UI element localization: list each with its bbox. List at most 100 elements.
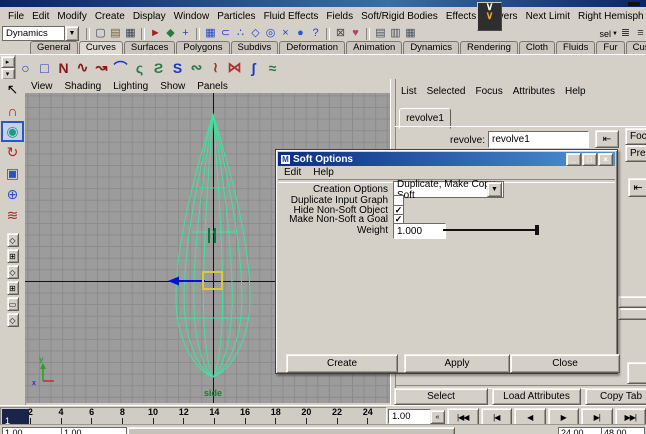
select-object-icon[interactable]: ◆	[164, 27, 177, 40]
select-button[interactable]: Select	[394, 388, 488, 405]
make-live-icon[interactable]: ◎	[264, 27, 277, 40]
shelf-tab[interactable]: Rendering	[460, 41, 518, 54]
menu-item[interactable]: Fluid Effects	[260, 11, 323, 22]
dialog-menu-item[interactable]: Edit	[278, 167, 307, 178]
arc-tool-icon[interactable]: ⌒	[111, 57, 130, 78]
range-toggle-icon[interactable]: «	[430, 410, 445, 424]
maximize-icon[interactable]: □	[582, 152, 597, 166]
current-time-field[interactable]: 1.00	[388, 409, 431, 424]
apply-button[interactable]: Apply	[404, 354, 510, 373]
menu-item[interactable]: Fields	[322, 11, 357, 22]
quick-layout-button[interactable]: ⊞	[6, 249, 19, 263]
pencil-curve-tool-icon[interactable]: ↝	[92, 57, 111, 78]
snap-grid-icon[interactable]: ▦	[204, 27, 217, 40]
open-close-curve-icon[interactable]: ∾	[187, 57, 206, 78]
create-button[interactable]: Create	[286, 354, 398, 373]
cut-curve-icon[interactable]: ≀	[206, 57, 225, 78]
line-icon[interactable]: ≡	[634, 27, 646, 40]
nurbs-circle-icon[interactable]: ○	[16, 57, 35, 78]
jump-to-input-icon[interactable]: ⇤	[595, 130, 619, 148]
viewport-menu-item[interactable]: Shading	[59, 81, 108, 92]
dialog-menu-item[interactable]: Help	[307, 167, 340, 178]
shelf-tab[interactable]: Polygons	[176, 41, 230, 54]
quick-layout-button[interactable]: ◇	[6, 265, 19, 279]
shelf-popup-icon[interactable]: ▸	[0, 55, 15, 68]
new-scene-icon[interactable]: ▢	[94, 27, 107, 40]
weight-field[interactable]: 1.000	[393, 223, 446, 239]
show-manipulator-tool[interactable]: ⊕	[1, 184, 24, 205]
input-connections-icon[interactable]: ●	[294, 27, 307, 40]
collapsed-section-bar[interactable]	[618, 308, 646, 320]
viewport-menu-item[interactable]: View	[25, 81, 59, 92]
dialog-titlebar[interactable]: M Soft Options _ □ ×	[278, 152, 615, 166]
arrow-into-box-icon[interactable]: ⇤	[628, 178, 646, 197]
copy-tab-button[interactable]: Copy Tab	[585, 388, 646, 405]
shelf-tab[interactable]: Animation	[346, 41, 403, 54]
playback-end-field[interactable]: 24.00	[558, 427, 602, 434]
snap-curve-icon[interactable]: ⊂	[219, 27, 232, 40]
soft-body-heart-icon[interactable]: ♥	[349, 27, 362, 40]
menu-item[interactable]: Window	[170, 11, 214, 22]
snap-off-icon[interactable]: ×	[279, 27, 292, 40]
menu-set-arrow-icon[interactable]: ▼	[65, 26, 79, 41]
ep-curve-tool-icon[interactable]: ∿	[73, 57, 92, 78]
close-icon[interactable]: ×	[598, 152, 613, 166]
attribute-editor-menu-item[interactable]: Attributes	[508, 86, 560, 100]
quick-layout-button[interactable]: ◇	[6, 313, 19, 327]
attribute-editor-menu-item[interactable]: Selected	[422, 86, 471, 100]
select-hierarchy-icon[interactable]: ►	[149, 27, 162, 40]
menu-set-selector[interactable]: Dynamics	[2, 26, 65, 41]
close-button[interactable]: Close	[510, 354, 620, 373]
quick-select-label[interactable]: sel	[600, 29, 612, 39]
load-attributes-button[interactable]: Load Attributes	[492, 388, 581, 405]
focus-button[interactable]: Foc	[625, 128, 646, 145]
detach-curves-icon[interactable]: Ƨ	[149, 57, 168, 78]
render-frame-icon[interactable]: ▤	[374, 27, 387, 40]
select-tool[interactable]: ↖	[1, 79, 24, 100]
shelf-menu-icon[interactable]: ▾	[0, 67, 15, 80]
viewport-menu-item[interactable]: Panels	[191, 81, 234, 92]
attribute-editor-menu-item[interactable]: Focus	[470, 86, 507, 100]
animation-start-field[interactable]: 1.00	[2, 427, 62, 434]
quick-layout-button[interactable]: ◇	[6, 233, 19, 247]
slider-handle[interactable]	[535, 225, 539, 235]
viewport-menu-item[interactable]: Show	[154, 81, 191, 92]
render-globals-icon[interactable]: ▦	[404, 27, 417, 40]
quick-layout-button[interactable]: ▭	[6, 297, 19, 311]
intersect-curves-icon[interactable]: ⋈	[225, 57, 244, 78]
rebuild-curve-icon[interactable]: ≈	[263, 57, 282, 78]
open-scene-icon[interactable]: ▤	[109, 27, 122, 40]
lasso-tool[interactable]: ∩	[1, 100, 24, 121]
minimize-icon[interactable]: _	[566, 152, 581, 166]
menu-item[interactable]: Display	[129, 11, 170, 22]
menu-item[interactable]: File	[4, 11, 28, 22]
lock-icon[interactable]: ⊠	[334, 27, 347, 40]
shelf-tab[interactable]: Dynamics	[403, 41, 460, 54]
animation-end-field[interactable]: 48.00	[601, 427, 645, 434]
shelf-tab[interactable]: Surfaces	[123, 41, 176, 54]
weight-slider[interactable]	[443, 223, 543, 237]
shelf-tab[interactable]: Custom	[625, 41, 646, 54]
nurbs-square-icon[interactable]: □	[35, 57, 54, 78]
collapsed-section-bar[interactable]	[618, 296, 646, 308]
align-curves-icon[interactable]: S	[168, 57, 187, 78]
shelf-tab[interactable]: Fluids	[556, 41, 596, 54]
attach-curves-icon[interactable]: ς	[130, 57, 149, 78]
soft-mod-tool[interactable]: ◉	[1, 121, 24, 142]
shelf-tab[interactable]: General	[30, 41, 78, 54]
shelf-tab[interactable]: Fur	[596, 41, 625, 54]
revolve-name-field[interactable]: revolve1	[488, 131, 589, 148]
list-icon[interactable]: ≣	[619, 27, 632, 40]
ipr-render-icon[interactable]: ▥	[389, 27, 402, 40]
viewport-menu-item[interactable]: Lighting	[107, 81, 154, 92]
download-chevron-icon[interactable]: ∨ ∨	[477, 2, 502, 31]
menu-item[interactable]: Particles	[213, 11, 259, 22]
last-tool[interactable]: ≋	[1, 205, 24, 226]
snap-point-icon[interactable]: ∴	[234, 27, 247, 40]
window-minimize-icon[interactable]	[628, 2, 640, 6]
save-scene-icon[interactable]: ▦	[124, 27, 137, 40]
presets-button[interactable]: Pres	[625, 145, 646, 162]
attribute-editor-menu-item[interactable]: Help	[560, 86, 591, 100]
quick-layout-button[interactable]: ⊞	[6, 281, 19, 295]
attribute-editor-menu-item[interactable]: List	[396, 86, 422, 100]
